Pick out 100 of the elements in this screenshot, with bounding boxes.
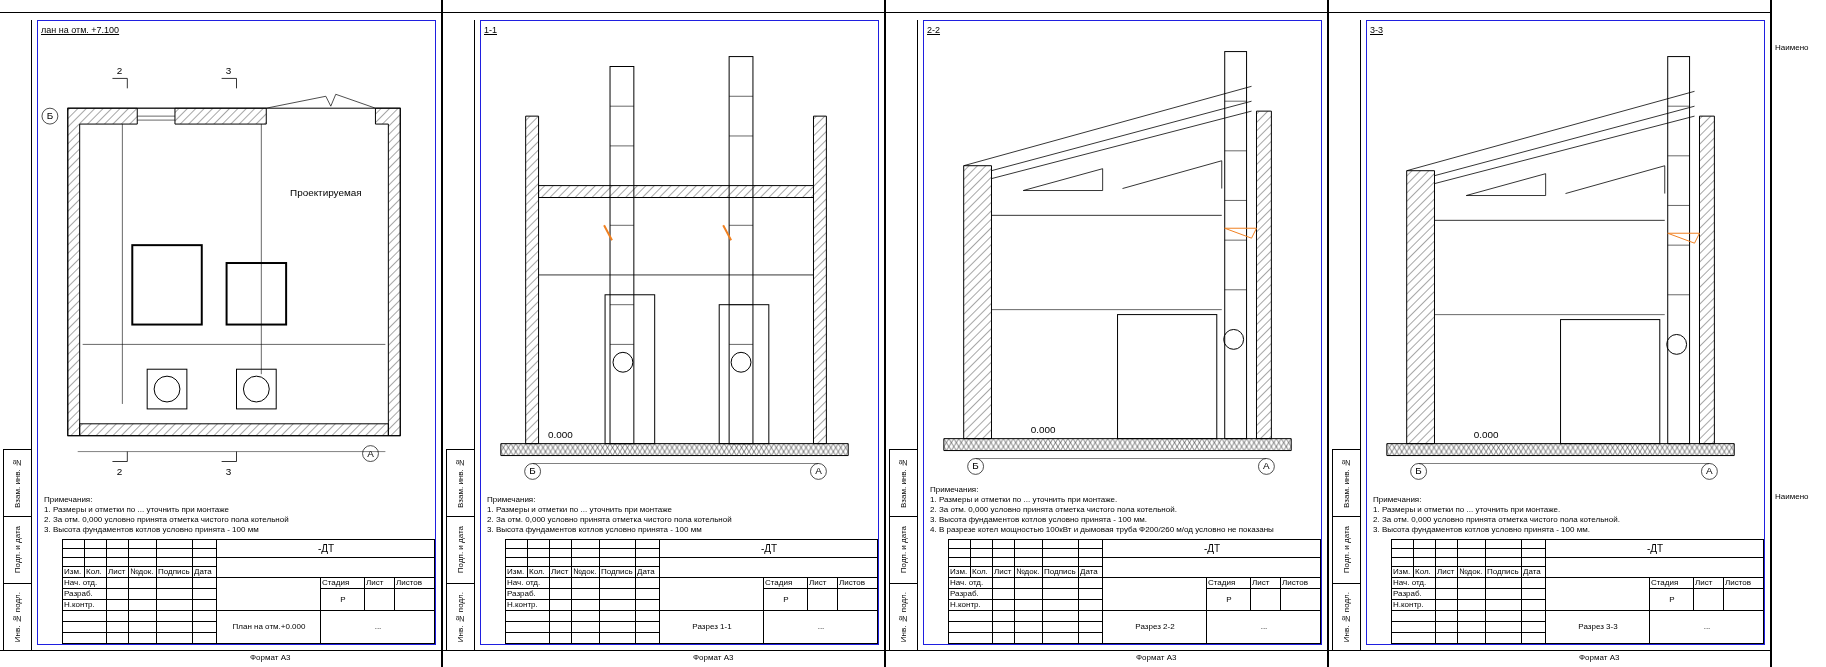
table-cell bbox=[550, 549, 572, 558]
document-code: -ДТ bbox=[1546, 540, 1764, 558]
table-cell bbox=[1043, 633, 1079, 644]
table-cell bbox=[1015, 611, 1043, 622]
drawing-label: 3 bbox=[225, 65, 232, 77]
table-cell bbox=[1079, 611, 1103, 622]
table-cell bbox=[600, 589, 636, 600]
table-cell bbox=[107, 549, 129, 558]
table-cell bbox=[1436, 600, 1458, 611]
table-header: Подпись bbox=[1043, 567, 1079, 578]
note-text: 2. За отм. 0,000 условно принята отметка чистого пола котельной bbox=[487, 515, 733, 525]
stamp-label: Инв. № подл. bbox=[456, 591, 465, 643]
table-cell bbox=[600, 633, 636, 644]
drawing-label: Б bbox=[972, 460, 979, 472]
table-header: Листов bbox=[1724, 578, 1764, 589]
drawing-label: Проектируемая bbox=[290, 186, 362, 198]
table-cell bbox=[1458, 589, 1486, 600]
drawing-title: Разрез 2-2 bbox=[1103, 611, 1207, 644]
table-cell bbox=[1436, 578, 1458, 589]
table-cell bbox=[107, 589, 129, 600]
drawing-label: А bbox=[367, 447, 374, 459]
table-cell bbox=[1079, 578, 1103, 589]
table-header: Лист bbox=[1436, 567, 1458, 578]
role-label: Н.контр. bbox=[949, 600, 993, 611]
table-cell bbox=[636, 622, 660, 633]
table-cell bbox=[1079, 622, 1103, 633]
table-cell bbox=[1458, 611, 1486, 622]
table-header: Кол. bbox=[1414, 567, 1436, 578]
table-cell bbox=[1522, 600, 1546, 611]
table-cell bbox=[157, 558, 193, 567]
table-cell bbox=[193, 622, 217, 633]
table-cell bbox=[636, 611, 660, 622]
table-cell bbox=[1458, 633, 1486, 644]
table-cell bbox=[85, 558, 107, 567]
table-cell bbox=[1486, 611, 1522, 622]
table-cell bbox=[572, 549, 600, 558]
table-cell bbox=[129, 589, 157, 600]
organization-name: ... bbox=[1650, 611, 1764, 644]
stamp-label: Инв. № подл. bbox=[899, 591, 908, 643]
note-text: 2. За отм. 0,000 условно принята отметка чистого пола котельной. bbox=[1373, 515, 1621, 525]
table-cell bbox=[1486, 558, 1522, 567]
table-cell bbox=[1458, 578, 1486, 589]
note-text: 1. Размеры и отметки по ... уточнить при монтаже bbox=[487, 505, 674, 515]
table-header: Изм. bbox=[1392, 567, 1414, 578]
table-cell bbox=[1522, 558, 1546, 567]
table-cell bbox=[1043, 578, 1079, 589]
table-header: Изм. bbox=[949, 567, 971, 578]
table-cell bbox=[1522, 633, 1546, 644]
table-cell bbox=[1436, 589, 1458, 600]
table-cell bbox=[1281, 589, 1321, 611]
table-cell bbox=[107, 578, 129, 589]
note-text: 1. Размеры и отметки по ... уточнить при монтаже. bbox=[1373, 505, 1562, 515]
table-cell bbox=[1522, 549, 1546, 558]
table-cell bbox=[157, 600, 193, 611]
table-header: Лист bbox=[808, 578, 838, 589]
table-cell bbox=[1522, 578, 1546, 589]
table-header: Дата bbox=[636, 567, 660, 578]
table-cell bbox=[550, 589, 572, 600]
drawing-label: А bbox=[1706, 465, 1713, 477]
table-header: Лист bbox=[550, 567, 572, 578]
table-cell bbox=[1458, 549, 1486, 558]
table-cell bbox=[971, 558, 993, 567]
table-cell bbox=[1079, 633, 1103, 644]
table-cell bbox=[636, 549, 660, 558]
table-header: Дата bbox=[1522, 567, 1546, 578]
table-header: Стадия bbox=[764, 578, 808, 589]
table-header: Листов bbox=[838, 578, 878, 589]
table-cell bbox=[1043, 622, 1079, 633]
table-header: Кол. bbox=[85, 567, 107, 578]
table-cell bbox=[1251, 589, 1281, 611]
table-cell bbox=[1486, 622, 1522, 633]
table-cell bbox=[993, 633, 1015, 644]
table-cell bbox=[1486, 589, 1522, 600]
table-cell bbox=[107, 611, 129, 622]
table-cell bbox=[636, 578, 660, 589]
table-cell bbox=[1043, 600, 1079, 611]
drawing-label: Б bbox=[1415, 465, 1422, 477]
table-cell bbox=[636, 633, 660, 644]
table-cell bbox=[1436, 558, 1458, 567]
table-header: Лист bbox=[993, 567, 1015, 578]
table-header: Подпись bbox=[1486, 567, 1522, 578]
stage-value: Р bbox=[764, 589, 808, 611]
drawing-label: Б bbox=[46, 110, 54, 122]
table-cell bbox=[1079, 558, 1103, 567]
table-header: Стадия bbox=[1650, 578, 1694, 589]
table-header: Изм. bbox=[63, 567, 85, 578]
drawing-label: 2 bbox=[116, 65, 123, 77]
note-text: 3. Высота фундаментов котлов условно принята - 100 мм bbox=[487, 525, 703, 535]
table-cell bbox=[129, 549, 157, 558]
table-cell bbox=[107, 622, 129, 633]
table-cell bbox=[550, 600, 572, 611]
organization-name: ... bbox=[1207, 611, 1321, 644]
table-cell bbox=[550, 611, 572, 622]
notes-title: Примечания: bbox=[930, 485, 980, 495]
view-title: 3-3 bbox=[1369, 24, 1384, 37]
table-cell bbox=[1436, 633, 1458, 644]
table-cell bbox=[993, 600, 1015, 611]
table-cell bbox=[808, 589, 838, 611]
table-cell bbox=[1015, 622, 1043, 633]
table-cell bbox=[1486, 600, 1522, 611]
